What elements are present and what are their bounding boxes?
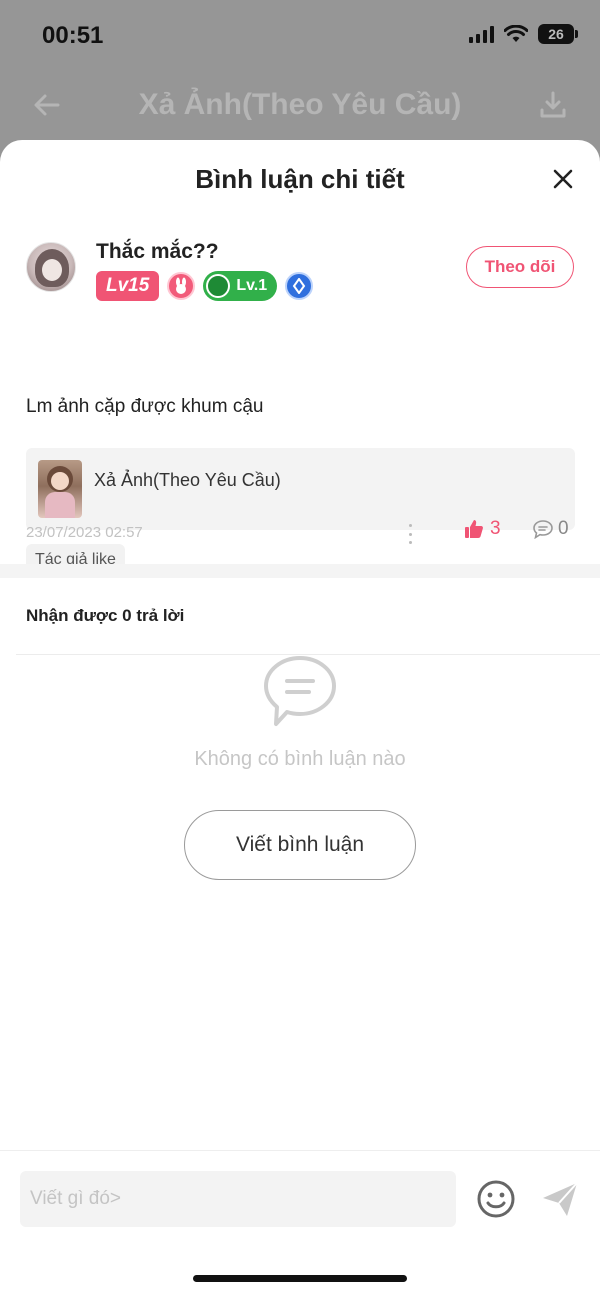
empty-state-text: Không có bình luận nào	[194, 748, 406, 770]
close-icon[interactable]	[552, 168, 574, 190]
bunny-badge-icon	[167, 272, 196, 300]
like-button[interactable]: 3	[464, 518, 501, 540]
download-icon[interactable]	[538, 90, 568, 120]
comment-detail-sheet: Bình luận chi tiết Thắc mắc?? Lv15 Lv.1	[0, 140, 600, 1299]
comment-input-bar	[0, 1150, 600, 1299]
wifi-icon	[504, 25, 528, 42]
username[interactable]: Thắc mắc??	[96, 240, 219, 264]
thumbs-up-icon	[465, 520, 483, 538]
speech-bubble-icon	[533, 520, 553, 539]
status-bar: 00:51 26	[0, 0, 600, 72]
comment-meta-row: 23/07/2023 02:57 3 0	[0, 518, 600, 548]
home-indicator	[193, 1275, 407, 1282]
comment-input[interactable]	[20, 1171, 456, 1227]
sheet-title: Bình luận chi tiết	[195, 164, 405, 194]
like-count: 3	[490, 518, 501, 539]
replies-header: Nhận được 0 trả lời	[26, 606, 185, 625]
emoji-icon[interactable]	[476, 1179, 516, 1219]
sheet-header: Bình luận chi tiết	[0, 140, 600, 220]
more-options-icon[interactable]	[406, 524, 414, 544]
user-badges: Lv15 Lv.1	[96, 271, 314, 301]
background-nav-bar: Xả Ảnh(Theo Yêu Cầu)	[0, 78, 600, 138]
background-page-title: Xả Ảnh(Theo Yêu Cầu)	[138, 88, 462, 121]
empty-comment-icon	[264, 656, 336, 726]
avatar[interactable]	[26, 242, 76, 292]
leaf-icon	[206, 274, 231, 298]
cellular-signal-icon	[469, 25, 494, 43]
comment-date: 23/07/2023 02:57	[26, 524, 143, 541]
reply-count: 0	[558, 518, 569, 539]
referenced-post-thumbnail	[38, 460, 82, 518]
level-badge: Lv15	[96, 271, 160, 301]
green-level-badge: Lv.1	[203, 271, 278, 301]
write-comment-button[interactable]: Viết bình luận	[184, 810, 416, 880]
section-divider	[0, 564, 600, 578]
green-level-label: Lv.1	[236, 277, 268, 294]
send-icon[interactable]	[540, 1179, 580, 1219]
diamond-badge-icon	[285, 272, 314, 300]
referenced-post-title: Xả Ảnh(Theo Yêu Cầu)	[94, 470, 281, 490]
follow-button[interactable]: Theo dõi	[466, 246, 574, 288]
status-icons: 26	[469, 24, 578, 44]
reply-count-button[interactable]: 0	[532, 518, 569, 540]
comment-content: Lm ảnh cặp được khum cậu	[26, 396, 264, 417]
status-time: 00:51	[42, 22, 104, 49]
battery-indicator: 26	[538, 24, 578, 44]
